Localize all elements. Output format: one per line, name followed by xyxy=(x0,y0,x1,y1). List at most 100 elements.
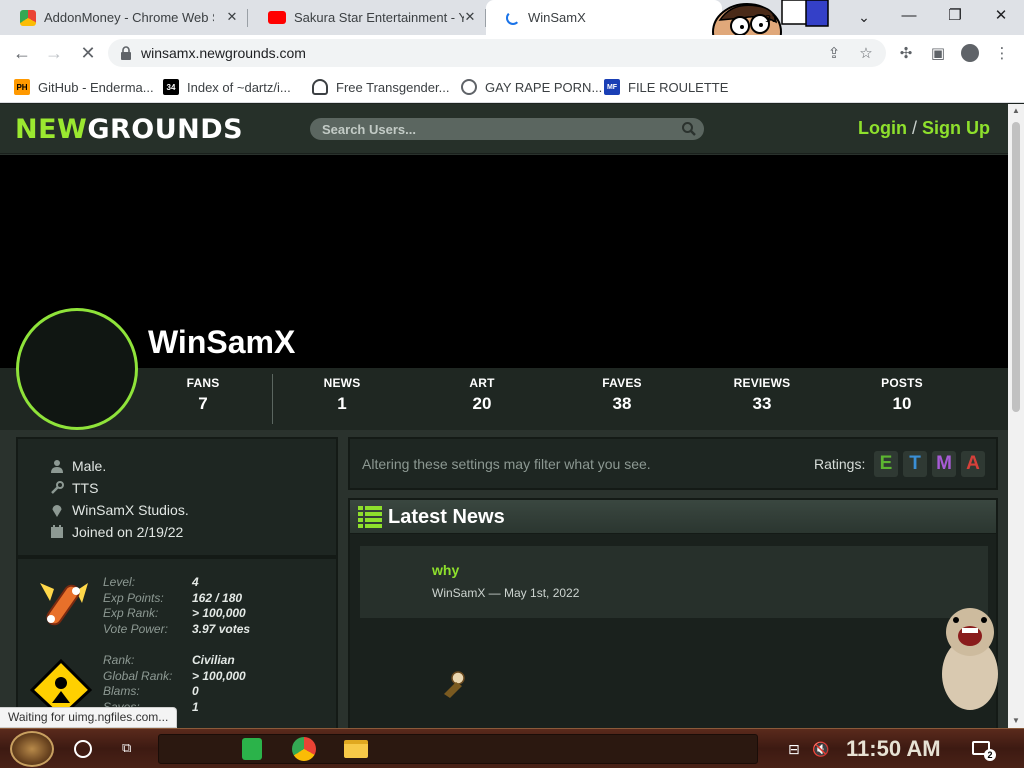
clock[interactable]: 11:50 AM xyxy=(846,736,941,762)
file-roulette-icon: MF xyxy=(604,79,620,95)
signup-link[interactable]: Sign Up xyxy=(922,118,990,138)
close-tab-icon[interactable]: ✕ xyxy=(224,9,240,25)
tab-winsamx[interactable]: WinSamX xyxy=(486,0,722,35)
bookmark-index-dartz[interactable]: 34 Index of ~dartz/i... xyxy=(163,77,291,97)
latest-news-panel: Latest News why WinSamX — May 1st, 2022 xyxy=(348,498,998,728)
stat-art[interactable]: ART 20 xyxy=(427,376,537,414)
youtube-icon xyxy=(268,11,286,24)
close-window-icon[interactable]: ✕ xyxy=(978,0,1024,30)
extensions-puzzle-icon[interactable]: ✣ xyxy=(892,39,920,67)
task-view-icon[interactable]: ⧉ xyxy=(122,740,140,758)
site-header: NEWGROUNDS Login / Sign Up xyxy=(0,104,1008,154)
newgrounds-logo[interactable]: NEWGROUNDS xyxy=(15,114,243,145)
bookmark-gay-rape-porn[interactable]: GAY RAPE PORN... xyxy=(461,77,602,97)
user-search-box xyxy=(310,118,704,140)
tab-search-chevron-icon[interactable]: ⌄ xyxy=(850,3,878,31)
gender-row: Male. xyxy=(50,457,106,475)
stat-fans[interactable]: FANS 7 xyxy=(148,376,258,414)
minimize-icon[interactable]: — xyxy=(886,0,932,30)
rating-t-toggle[interactable]: T xyxy=(903,451,927,477)
site-icon xyxy=(312,79,328,95)
joined-row: Joined on 2/19/22 xyxy=(50,523,183,541)
tab-addonmoney[interactable]: AddonMoney - Chrome Web Sto ✕ xyxy=(0,0,248,35)
address-bar[interactable]: winsamx.newgrounds.com ⇪ ☆ xyxy=(108,39,886,67)
ratings-label: Ratings: xyxy=(814,456,866,472)
news-post-title[interactable]: why xyxy=(432,562,459,578)
news-heading: Latest News xyxy=(388,506,505,528)
stop-loading-icon[interactable]: ✕ xyxy=(74,39,102,67)
chrome-menu-icon[interactable]: ⋮ xyxy=(988,39,1016,67)
side-panel-icon[interactable]: ▣ xyxy=(924,39,952,67)
chrome-web-store-icon xyxy=(20,9,36,26)
rating-m-toggle[interactable]: M xyxy=(932,451,956,477)
page-content: NEWGROUNDS Login / Sign Up FANS 7 NEWS 1… xyxy=(0,104,1008,728)
rating-e-toggle[interactable]: E xyxy=(874,451,898,477)
share-icon[interactable]: ⇪ xyxy=(820,39,848,67)
tab-sakura-star[interactable]: Sakura Star Entertainment - Y ✕ xyxy=(248,0,486,35)
skateboard-level-icon xyxy=(40,583,88,626)
notifications-icon[interactable]: 2 xyxy=(972,741,996,761)
scrollbar-thumb[interactable] xyxy=(1012,122,1020,412)
browser-toolbar: ← → ✕ winsamx.newgrounds.com ⇪ ☆ ✣ ▣ ⋮ xyxy=(0,35,1024,71)
filter-notice: Altering these settings may filter what … xyxy=(362,456,651,472)
user-info-card: Male. TTS WinSamX Studios. Joined on 2/1… xyxy=(16,437,338,557)
search-icon[interactable] xyxy=(681,121,697,137)
bookmark-star-icon[interactable]: ☆ xyxy=(852,39,880,67)
calendar-icon xyxy=(51,525,63,538)
content-filter-bar: Altering these settings may filter what … xyxy=(348,437,998,490)
tab-title: WinSamX xyxy=(528,10,586,25)
profile-avatar-icon[interactable] xyxy=(956,39,984,67)
wrench-icon xyxy=(51,481,64,494)
news-post-meta: WinSamX — May 1st, 2022 xyxy=(432,586,580,600)
loading-mascot-icon xyxy=(444,671,465,698)
windows-taskbar: ⧉ ⊟ 🔇 11:50 AM 2 xyxy=(0,728,1024,768)
network-icon[interactable]: ⊟ xyxy=(788,741,800,758)
search-circle-icon[interactable] xyxy=(74,740,92,758)
page-scrollbar[interactable]: ▲ ▼ xyxy=(1008,104,1024,728)
stat-faves[interactable]: FAVES 38 xyxy=(567,376,677,414)
bookmark-free-transgender[interactable]: Free Transgender... xyxy=(312,77,449,97)
scroll-up-arrow-icon[interactable]: ▲ xyxy=(1008,104,1024,118)
location-row: WinSamX Studios. xyxy=(50,501,189,519)
chrome-app-icon[interactable] xyxy=(290,735,318,763)
login-link[interactable]: Login xyxy=(858,118,907,138)
file-explorer-icon[interactable] xyxy=(342,735,370,763)
rating-a-toggle[interactable]: A xyxy=(961,451,985,477)
page-title: WinSamX xyxy=(148,324,296,360)
search-input[interactable] xyxy=(322,121,662,137)
start-button[interactable] xyxy=(10,731,54,767)
tab-title: AddonMoney - Chrome Web Sto xyxy=(44,10,214,25)
bookmark-github[interactable]: PH GitHub - Enderma... xyxy=(14,77,154,97)
tab-title: Sakura Star Entertainment - Y xyxy=(294,10,464,25)
avatar[interactable] xyxy=(16,308,138,430)
stat-reviews[interactable]: REVIEWS 33 xyxy=(707,376,817,414)
loading-spinner-icon xyxy=(506,10,520,25)
stat-posts[interactable]: POSTS 10 xyxy=(847,376,957,414)
site-icon: 34 xyxy=(163,79,179,95)
news-post[interactable]: why WinSamX — May 1st, 2022 xyxy=(360,546,988,618)
volume-muted-icon[interactable]: 🔇 xyxy=(812,741,829,758)
lock-icon xyxy=(121,46,131,60)
bookmarks-bar: PH GitHub - Enderma... 34 Index of ~dart… xyxy=(0,71,1024,103)
profile-stats-bar: FANS 7 NEWS 1 ART 20 FAVES 38 REVIEWS 33… xyxy=(0,368,1008,430)
stat-news[interactable]: NEWS 1 xyxy=(287,376,397,414)
divider xyxy=(272,374,273,424)
svg-text:31: 31 xyxy=(765,14,778,25)
back-arrow-icon[interactable]: ← xyxy=(8,39,36,67)
auth-links: Login / Sign Up xyxy=(858,118,990,139)
forward-arrow-icon[interactable]: → xyxy=(40,39,68,67)
occupation-row: TTS xyxy=(50,479,98,497)
sheets-app-icon[interactable] xyxy=(238,735,266,763)
news-header: Latest News xyxy=(350,500,996,534)
tab-strip: AddonMoney - Chrome Web Sto ✕ Sakura Sta… xyxy=(0,0,1024,61)
close-tab-icon[interactable]: ✕ xyxy=(462,9,478,25)
pornhub-icon: PH xyxy=(14,79,30,95)
hamster-sticker xyxy=(942,608,998,710)
list-icon xyxy=(358,506,382,528)
level-card: Level: 4 Exp Points: 162 / 180 Exp Rank:… xyxy=(16,557,338,728)
bookmark-file-roulette[interactable]: MF FILE ROULETTE xyxy=(604,77,728,97)
restore-icon[interactable]: ❐ xyxy=(932,0,978,30)
notification-count-badge: 2 xyxy=(984,749,996,761)
scroll-down-arrow-icon[interactable]: ▼ xyxy=(1008,714,1024,728)
separator: / xyxy=(911,118,917,138)
